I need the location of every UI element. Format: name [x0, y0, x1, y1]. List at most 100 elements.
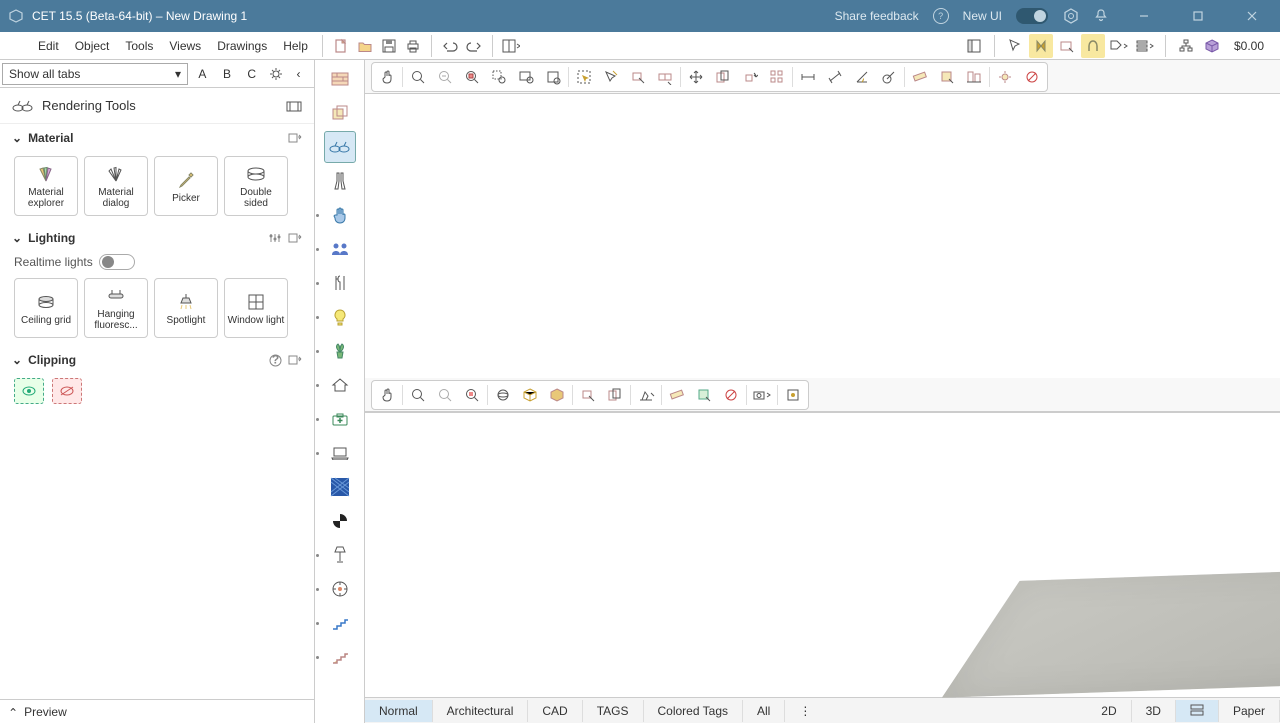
zoom-icon[interactable] [405, 65, 431, 89]
shaded-icon[interactable] [544, 383, 570, 407]
realtime-lights-toggle[interactable] [99, 254, 135, 270]
tab-filter-dropdown[interactable]: Show all tabs ▾ [2, 63, 188, 85]
vt-laptop-icon[interactable] [324, 437, 356, 469]
sliders-icon[interactable] [268, 232, 282, 244]
rotate-icon[interactable] [737, 65, 763, 89]
menu-views[interactable]: Views [161, 35, 209, 57]
box-select-icon[interactable] [1055, 34, 1079, 58]
select-rect-icon[interactable] [625, 65, 651, 89]
vt-target-icon[interactable] [324, 505, 356, 537]
section-lighting[interactable]: ⌄ Lighting [0, 224, 314, 252]
select-chain-icon[interactable] [652, 65, 678, 89]
vt-floor-icon[interactable] [324, 97, 356, 129]
tab-all[interactable]: All [743, 700, 785, 722]
vt-kitchen-icon[interactable] [324, 267, 356, 299]
mode-split-icon[interactable] [1176, 700, 1219, 722]
layout-split-icon[interactable] [499, 34, 523, 58]
popout-icon[interactable] [288, 354, 302, 367]
vt-tools-icon[interactable] [324, 165, 356, 197]
mode-paper[interactable]: Paper [1219, 700, 1280, 722]
tab-colored-tags[interactable]: Colored Tags [644, 700, 744, 722]
camera-dropdown-icon[interactable] [749, 383, 775, 407]
popout-icon[interactable] [288, 132, 302, 144]
measure-area-icon[interactable] [934, 65, 960, 89]
new-file-icon[interactable] [329, 34, 353, 58]
material-explorer-button[interactable]: Material explorer [14, 156, 78, 216]
pan-icon[interactable] [374, 65, 400, 89]
collapse-icon[interactable]: ‹ [289, 63, 308, 85]
vt-people-icon[interactable] [324, 233, 356, 265]
dock-icon[interactable] [286, 99, 302, 113]
copy-icon[interactable] [710, 65, 736, 89]
focus-icon[interactable] [780, 383, 806, 407]
orbit-icon[interactable] [490, 383, 516, 407]
tab-more-icon[interactable]: ⋮ [785, 700, 825, 722]
vt-home-icon[interactable] [324, 369, 356, 401]
snap-icon[interactable] [1081, 34, 1105, 58]
double-sided-button[interactable]: Double sided [224, 156, 288, 216]
vt-lamp-icon[interactable] [324, 539, 356, 571]
gear-icon[interactable] [266, 63, 285, 85]
dim-radius-icon[interactable] [876, 65, 902, 89]
popout-icon[interactable] [288, 232, 302, 244]
mode-3d[interactable]: 3D [1132, 700, 1176, 722]
zoom-extents-icon[interactable] [459, 65, 485, 89]
tab-c[interactable]: C [241, 63, 262, 85]
measure-3d-icon[interactable] [664, 383, 690, 407]
minimize-button[interactable] [1124, 4, 1164, 28]
help-icon[interactable]: ? [933, 8, 949, 24]
tab-b[interactable]: B [217, 63, 238, 85]
pan-3d-icon[interactable] [374, 383, 400, 407]
2d-viewport[interactable] [365, 94, 1280, 378]
menu-object[interactable]: Object [67, 35, 118, 57]
cursor-arrow-icon[interactable] [1003, 34, 1027, 58]
select-cross-icon[interactable] [598, 65, 624, 89]
panel-icon[interactable] [962, 34, 986, 58]
help-small-icon[interactable]: ? [269, 354, 282, 367]
cube-icon[interactable] [1200, 34, 1224, 58]
vt-hand-icon[interactable] [324, 199, 356, 231]
tag-dropdown-icon[interactable] [1107, 34, 1131, 58]
move-icon[interactable] [683, 65, 709, 89]
dim-aligned-icon[interactable] [822, 65, 848, 89]
tab-a[interactable]: A [192, 63, 213, 85]
picker-button[interactable]: Picker [154, 156, 218, 216]
zoom-out-icon[interactable] [432, 65, 458, 89]
settings-gear-icon[interactable] [992, 65, 1018, 89]
vt-circle-a-icon[interactable] [324, 573, 356, 605]
vt-stairs-icon[interactable] [324, 607, 356, 639]
clipping-show-button[interactable] [14, 378, 44, 404]
mode-2d[interactable]: 2D [1087, 700, 1131, 722]
maximize-button[interactable] [1178, 4, 1218, 28]
section-clipping[interactable]: ⌄ Clipping ? [0, 346, 314, 374]
vt-bulb-icon[interactable] [324, 301, 356, 333]
preview-toggle[interactable]: ⌄ Preview [0, 699, 314, 723]
extensions-icon[interactable] [1062, 7, 1080, 25]
zoom-all-icon[interactable] [540, 65, 566, 89]
hanging-fluorescent-button[interactable]: Hanging fluoresc... [84, 278, 148, 338]
vt-medical-icon[interactable] [324, 403, 356, 435]
wireframe-icon[interactable] [517, 383, 543, 407]
zoom-out-3d-icon[interactable] [432, 383, 458, 407]
clipping-hide-button[interactable] [52, 378, 82, 404]
vt-walls-icon[interactable] [324, 63, 356, 95]
tab-architectural[interactable]: Architectural [433, 700, 529, 722]
menu-drawings[interactable]: Drawings [209, 35, 275, 57]
menu-edit[interactable]: Edit [30, 35, 67, 57]
share-feedback-link[interactable]: Share feedback [835, 9, 919, 23]
dim-linear-icon[interactable] [795, 65, 821, 89]
undo-icon[interactable] [438, 34, 462, 58]
menu-tools[interactable]: Tools [117, 35, 161, 57]
delete-icon[interactable] [1019, 65, 1045, 89]
vt-stairs2-icon[interactable] [324, 641, 356, 673]
copy-3d-icon[interactable] [602, 383, 628, 407]
redo-icon[interactable] [462, 34, 486, 58]
save-icon[interactable] [377, 34, 401, 58]
zoom-extents-3d-icon[interactable] [459, 383, 485, 407]
notification-icon[interactable] [1094, 8, 1110, 24]
window-light-button[interactable]: Window light [224, 278, 288, 338]
tab-cad[interactable]: CAD [528, 700, 582, 722]
tab-tags[interactable]: TAGS [583, 700, 644, 722]
measure-icon[interactable] [907, 65, 933, 89]
vt-plant-icon[interactable] [324, 335, 356, 367]
